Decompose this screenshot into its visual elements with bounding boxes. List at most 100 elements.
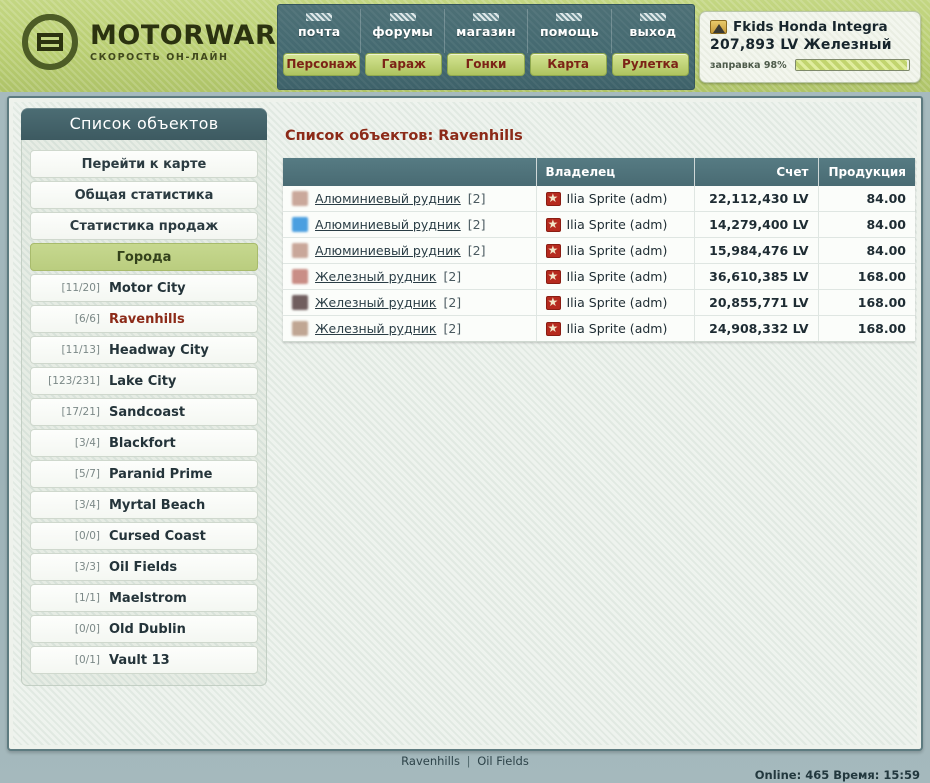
shop-icon [473, 13, 500, 21]
objects-table: Владелец Счет Продукция Алюминиевый рудн… [283, 158, 915, 342]
main-frame-inner: Список объектов Перейти к карте Общая ста… [13, 102, 917, 745]
sidebar-button-3[interactable]: Города [30, 243, 258, 271]
sidebar-item-sandcoast[interactable]: [17/21] Sandcoast [30, 398, 258, 426]
cell-owner: Ilia Sprite (adm) [536, 263, 695, 290]
object-thumbnail-icon [292, 321, 308, 336]
sidebar-item-vault-13[interactable]: [0/1] Vault 13 [30, 646, 258, 674]
objects-table-body: Алюминиевый рудник [2] Ilia Sprite (adm) 22… [283, 186, 915, 342]
main-frame: Список объектов Перейти к карте Общая ста… [7, 96, 923, 751]
object-link[interactable]: Алюминиевый рудник [315, 243, 461, 258]
city-name: Sandcoast [109, 404, 186, 420]
city-name: Maelstrom [109, 590, 187, 606]
red-star-icon [545, 242, 561, 258]
sidebar-button-label: Общая статистика [74, 188, 214, 203]
nav-button-map[interactable]: Карта [529, 53, 607, 76]
nav-item-shop[interactable]: магазин [445, 9, 529, 53]
sidebar-button-0[interactable]: Перейти к карте [30, 150, 258, 178]
city-name: Vault 13 [109, 652, 170, 668]
footer-link-oilfields[interactable]: Oil Fields [477, 754, 529, 768]
cell-owner: Ilia Sprite (adm) [536, 315, 695, 342]
nav-button-character[interactable]: Персонаж [283, 53, 361, 76]
nav-item-label: магазин [456, 24, 516, 39]
th-production[interactable]: Продукция [818, 158, 915, 186]
sidebar-item-myrtal-beach[interactable]: [3/4] Myrtal Beach [30, 491, 258, 519]
city-object-count: [11/13] [61, 343, 100, 356]
red-star-icon [545, 216, 561, 232]
cell-object: Алюминиевый рудник [2] [283, 211, 537, 238]
page-root: MOTORWARS.RU СКОРОСТЬ ОН-ЛАЙН почта фору… [0, 0, 930, 783]
city-object-count: [3/3] [74, 560, 100, 573]
cell-account: 22,112,430 LV [694, 186, 819, 212]
nav-panel: почта форумы магазин помощь выход Персон… [277, 4, 695, 90]
owner-name[interactable]: Ilia Sprite (adm) [567, 191, 668, 206]
city-name: Blackfort [109, 435, 176, 451]
sidebar-button-2[interactable]: Статистика продаж [30, 212, 258, 240]
city-name: Ravenhills [109, 311, 185, 327]
sidebar-item-ravenhills[interactable]: [6/6] Ravenhills [30, 305, 258, 333]
nav-item-forums[interactable]: форумы [361, 9, 445, 53]
sidebar-item-cursed-coast[interactable]: [0/0] Cursed Coast [30, 522, 258, 550]
sidebar-item-motor-city[interactable]: [11/20] Motor City [30, 274, 258, 302]
footer-separator: | [466, 754, 471, 768]
city-object-count: [6/6] [74, 312, 100, 325]
object-quantity: [2] [443, 295, 462, 310]
mail-icon [306, 13, 333, 21]
city-object-count: [3/4] [74, 436, 100, 449]
cell-object: Железный рудник [2] [283, 263, 537, 290]
sidebar-item-lake-city[interactable]: [123/231] Lake City [30, 367, 258, 395]
owner-name[interactable]: Ilia Sprite (adm) [567, 217, 668, 232]
city-name: Lake City [109, 373, 177, 389]
th-account[interactable]: Счет [694, 158, 819, 186]
fuel-progress-bar [794, 59, 910, 71]
car-avatar-icon [710, 20, 727, 34]
footer-status: Online: 465 Время: 15:59 [754, 768, 920, 782]
nav-item-logout[interactable]: выход [612, 9, 694, 53]
city-name: Paranid Prime [109, 466, 213, 482]
sidebar-item-headway-city[interactable]: [11/13] Headway City [30, 336, 258, 364]
nav-item-label: почта [297, 24, 341, 39]
sidebar-item-old-dublin[interactable]: [0/0] Old Dublin [30, 615, 258, 643]
nav-item-help[interactable]: помощь [528, 9, 612, 53]
footer-link-ravenhills[interactable]: Ravenhills [401, 754, 460, 768]
user-info-panel[interactable]: Fkids Honda Integra 207,893 LV Железный … [699, 11, 921, 83]
cell-account: 15,984,476 LV [694, 237, 819, 264]
nav-item-label: форумы [372, 24, 434, 39]
owner-name[interactable]: Ilia Sprite (adm) [567, 269, 668, 284]
cell-owner: Ilia Sprite (adm) [536, 211, 695, 238]
object-link[interactable]: Железный рудник [315, 295, 436, 310]
cell-production: 168.00 [818, 289, 915, 316]
fuel-progress-fill [795, 60, 907, 70]
city-name: Oil Fields [109, 559, 178, 575]
sidebar-item-oil-fields[interactable]: [3/3] Oil Fields [30, 553, 258, 581]
sidebar-button-label: Перейти к карте [81, 157, 207, 172]
table-header-row: Владелец Счет Продукция [283, 158, 915, 186]
th-owner[interactable]: Владелец [536, 158, 695, 186]
nav-button-garage[interactable]: Гараж [365, 53, 443, 76]
object-link[interactable]: Алюминиевый рудник [315, 191, 461, 206]
sidebar-city-list: [11/20] Motor City [6/6] Ravenhills [11/13] H… [30, 274, 258, 674]
nav-button-roulette[interactable]: Рулетка [611, 53, 690, 76]
object-link[interactable]: Железный рудник [315, 321, 436, 336]
object-link[interactable]: Алюминиевый рудник [315, 217, 461, 232]
owner-name[interactable]: Ilia Sprite (adm) [567, 321, 668, 336]
owner-name[interactable]: Ilia Sprite (adm) [567, 243, 668, 258]
object-quantity: [2] [467, 243, 486, 258]
sidebar-item-maelstrom[interactable]: [1/1] Maelstrom [30, 584, 258, 612]
nav-top-row: почта форумы магазин помощь выход [278, 5, 694, 53]
nav-button-races[interactable]: Гонки [447, 53, 525, 76]
sidebar-item-paranid-prime[interactable]: [5/7] Paranid Prime [30, 460, 258, 488]
red-star-icon [545, 268, 561, 284]
city-object-count: [0/0] [74, 622, 100, 635]
help-icon [556, 13, 583, 21]
cell-production: 84.00 [818, 211, 915, 238]
city-object-count: [0/0] [74, 529, 100, 542]
nav-item-mail[interactable]: почта [278, 9, 362, 53]
sidebar-item-blackfort[interactable]: [3/4] Blackfort [30, 429, 258, 457]
sidebar-button-1[interactable]: Общая статистика [30, 181, 258, 209]
owner-name[interactable]: Ilia Sprite (adm) [567, 295, 668, 310]
object-link[interactable]: Железный рудник [315, 269, 436, 284]
user-balance: 207,893 LV Железный [710, 37, 892, 53]
sidebar-button-label: Города [116, 250, 172, 265]
th-object[interactable] [283, 158, 537, 186]
city-name: Cursed Coast [109, 528, 206, 544]
